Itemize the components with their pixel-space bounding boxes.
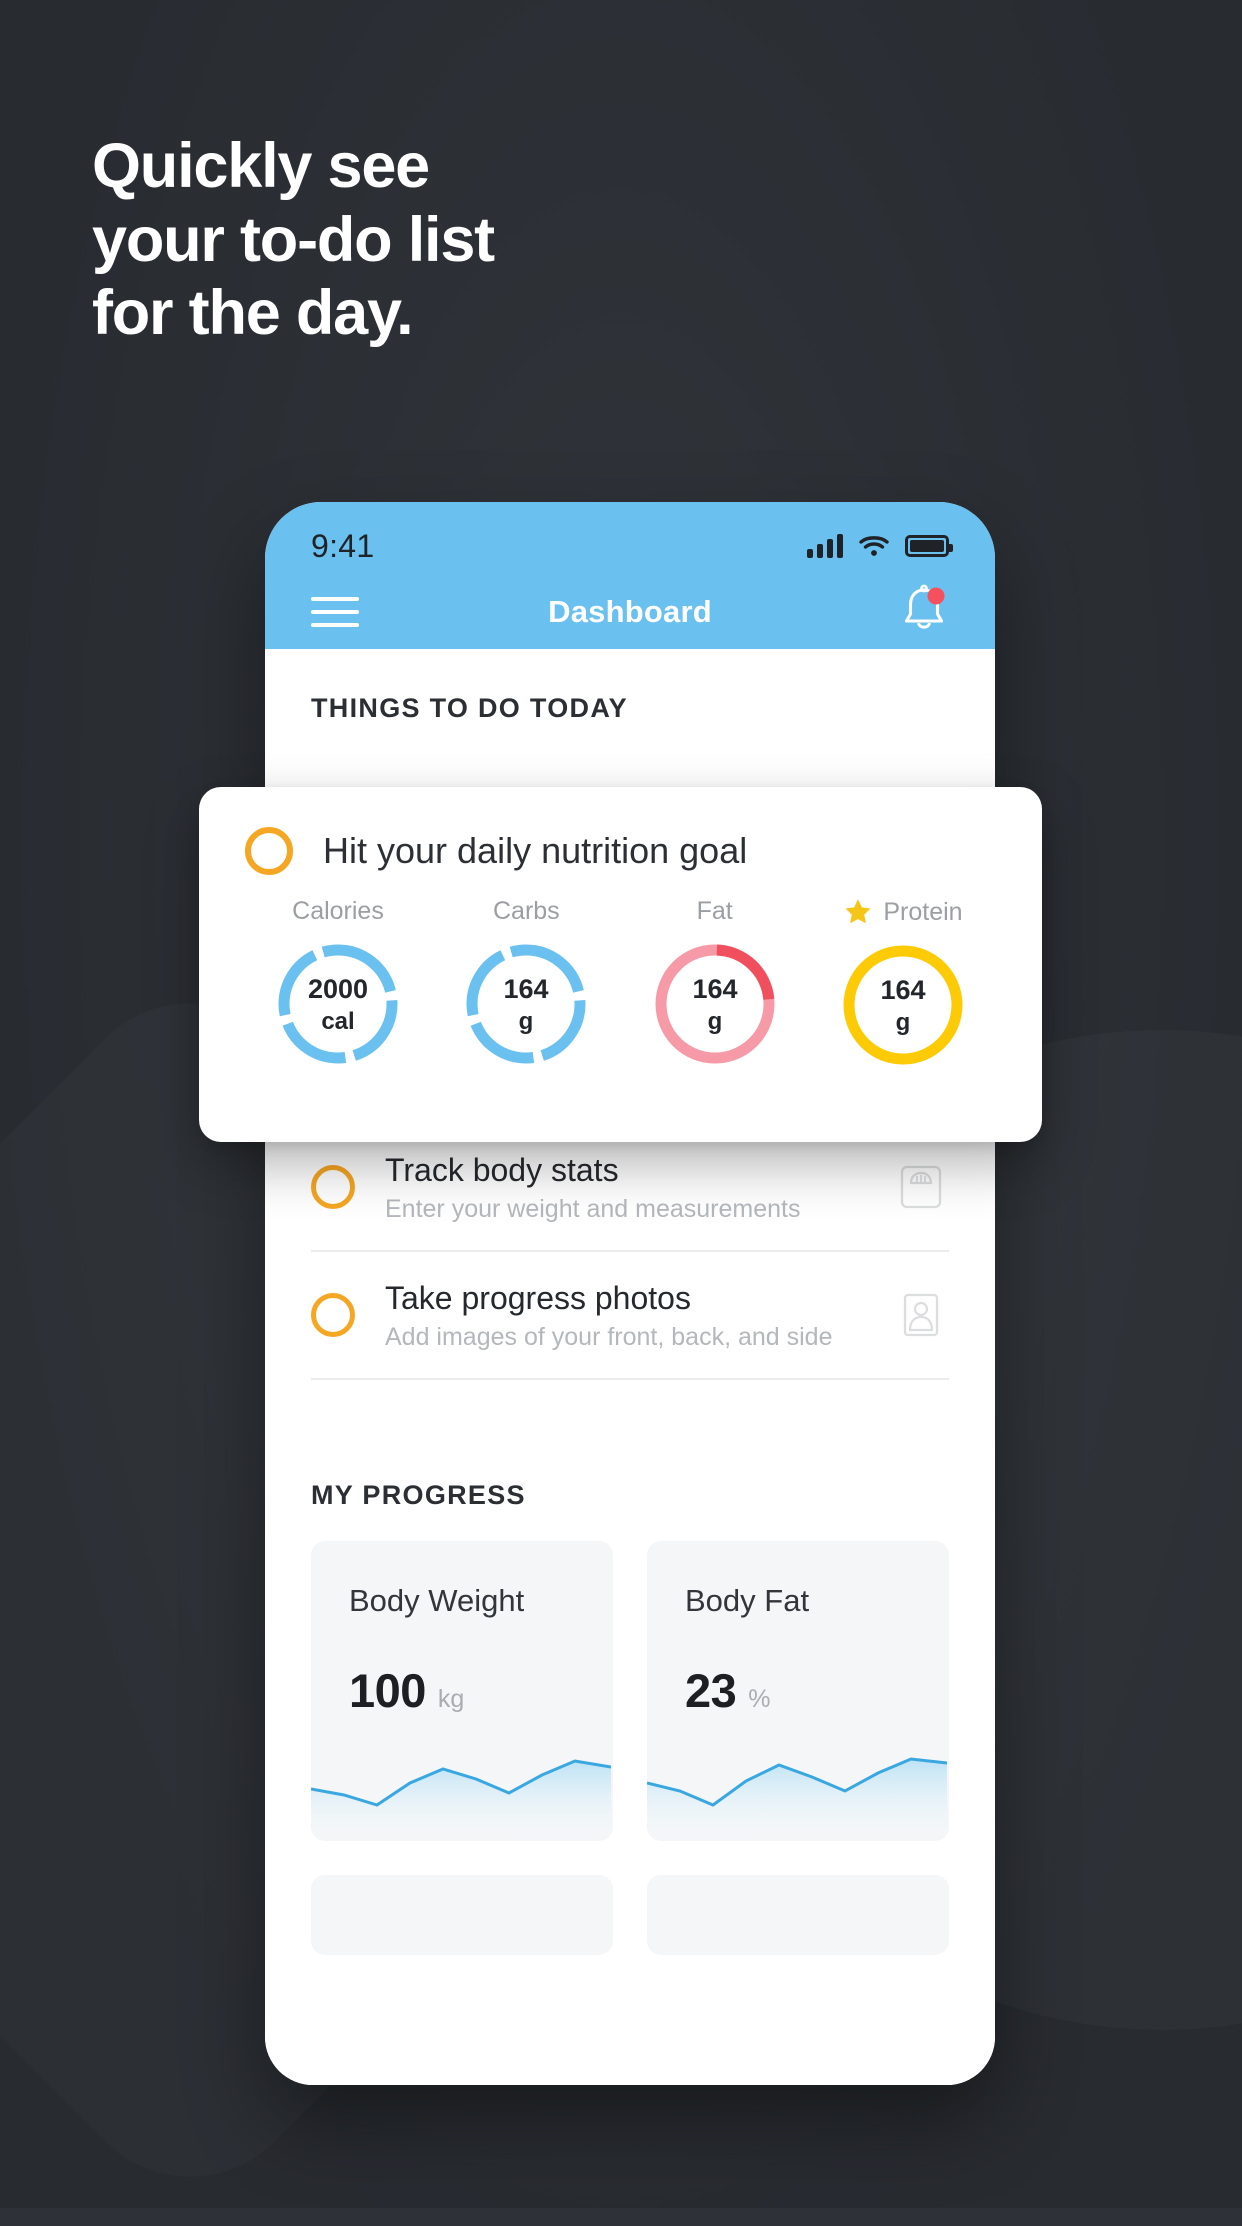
bell-icon: [904, 584, 945, 629]
progress-section-title: MY PROGRESS: [311, 1480, 526, 1510]
macro-ring-wrap: 164 g: [441, 940, 611, 1068]
star-icon: [845, 899, 871, 924]
todo-section-title: THINGS TO DO TODAY: [311, 693, 628, 723]
progress-card-partial-left[interactable]: [311, 1875, 613, 1955]
fat-unit: g: [707, 1008, 722, 1035]
progress-card-partial-right[interactable]: [647, 1875, 949, 1955]
todo-subtitle: Enter your weight and measurements: [385, 1195, 801, 1223]
todo-item-take-progress-photos[interactable]: Take progress photos Add images of your …: [311, 1250, 949, 1380]
todo-subtitle: Add images of your front, back, and side: [385, 1323, 833, 1351]
nutrition-goal-card[interactable]: Hit your daily nutrition goal Calories 2…: [199, 787, 1042, 1142]
macro-ring-wrap: 164 g: [818, 941, 988, 1069]
fat-value: 164: [692, 974, 737, 1004]
progress-card-label: Body Fat: [685, 1583, 810, 1618]
progress-card-label: Body Weight: [349, 1583, 525, 1618]
app-bar-title: Dashboard: [548, 593, 712, 629]
progress-section: MY PROGRESS Body Weight 100 kg Body Fat …: [265, 1480, 995, 1955]
progress-card-value-row: 23 %: [647, 1619, 949, 1718]
macro-label-wrap: Protein: [818, 897, 988, 927]
protein-ring-chart: 164 g: [843, 945, 963, 1065]
macro-label: Protein: [883, 897, 963, 926]
app-bar: Dashboard: [265, 574, 995, 649]
checkbox-ring-icon[interactable]: [245, 827, 293, 875]
progress-card-value: 23: [685, 1664, 737, 1717]
macro-ring-wrap: 2000 cal: [253, 940, 423, 1068]
macro-label-wrap: Calories: [253, 897, 423, 926]
progress-grid: Body Weight 100 kg Body Fat 23 %: [311, 1541, 949, 1955]
macro-carbs[interactable]: Carbs 164 g: [441, 897, 611, 1069]
calories-ring-chart: 2000 cal: [278, 944, 398, 1064]
nutrition-card-header: Hit your daily nutrition goal: [245, 827, 996, 875]
battery-icon: [905, 535, 953, 557]
progress-card-value: 100: [349, 1664, 426, 1717]
page-title: Quickly see your to-do list for the day.: [92, 131, 495, 349]
status-icons: [807, 534, 953, 558]
macro-label: Fat: [696, 897, 733, 925]
progress-card-unit: %: [748, 1685, 771, 1713]
protein-value: 164: [880, 975, 925, 1005]
notification-badge: [927, 587, 945, 605]
carbs-ring-chart: 164 g: [466, 944, 586, 1064]
hamburger-icon[interactable]: [311, 596, 359, 627]
todo-title: Take progress photos: [385, 1280, 691, 1316]
calories-unit: cal: [321, 1008, 354, 1035]
todo-text: Track body stats Enter your weight and m…: [385, 1150, 863, 1224]
wifi-icon: [859, 536, 889, 556]
status-bar: 9:41: [265, 502, 995, 574]
body-weight-sparkline-chart: [311, 1759, 611, 1841]
macro-label-wrap: Carbs: [441, 897, 611, 926]
macro-label: Calories: [292, 897, 384, 925]
macro-ring-wrap: 164 g: [630, 940, 800, 1068]
macro-label: Carbs: [492, 897, 560, 925]
todo-text: Take progress photos Add images of your …: [385, 1278, 863, 1352]
macro-protein[interactable]: Protein 164 g: [818, 897, 988, 1069]
notifications-button[interactable]: [899, 583, 949, 640]
progress-card-unit: kg: [437, 1685, 465, 1713]
progress-card-value-row: 100 kg: [311, 1619, 613, 1718]
calories-value: 2000: [308, 974, 368, 1004]
macro-calories[interactable]: Calories 2000 cal: [253, 897, 423, 1069]
progress-card-body-fat[interactable]: Body Fat 23 %: [647, 1541, 949, 1841]
macro-rings-row: Calories 2000 cal Carbs 164 g Fat 164 g …: [245, 897, 996, 1069]
checkbox-ring-icon[interactable]: [311, 1165, 355, 1209]
progress-card-body-weight[interactable]: Body Weight 100 kg: [311, 1541, 613, 1841]
protein-unit: g: [896, 1009, 911, 1036]
checkbox-ring-icon[interactable]: [311, 1293, 355, 1337]
carbs-unit: g: [519, 1008, 534, 1035]
todo-title: Track body stats: [385, 1152, 619, 1188]
body-fat-sparkline-chart: [647, 1757, 947, 1841]
photo-person-icon: [903, 1293, 939, 1337]
status-time: 9:41: [311, 527, 375, 564]
signal-icon: [807, 534, 843, 558]
carbs-value: 164: [504, 974, 549, 1004]
macro-fat[interactable]: Fat 164 g: [630, 897, 800, 1069]
macro-label-wrap: Fat: [630, 897, 800, 926]
nutrition-card-title: Hit your daily nutrition goal: [323, 830, 748, 871]
phone-mockup: 9:41 Dashboard THINGS TO DO TODAY Track …: [265, 502, 995, 2085]
fat-ring-chart: 164 g: [655, 944, 775, 1064]
weight-scale-icon: [900, 1165, 942, 1209]
